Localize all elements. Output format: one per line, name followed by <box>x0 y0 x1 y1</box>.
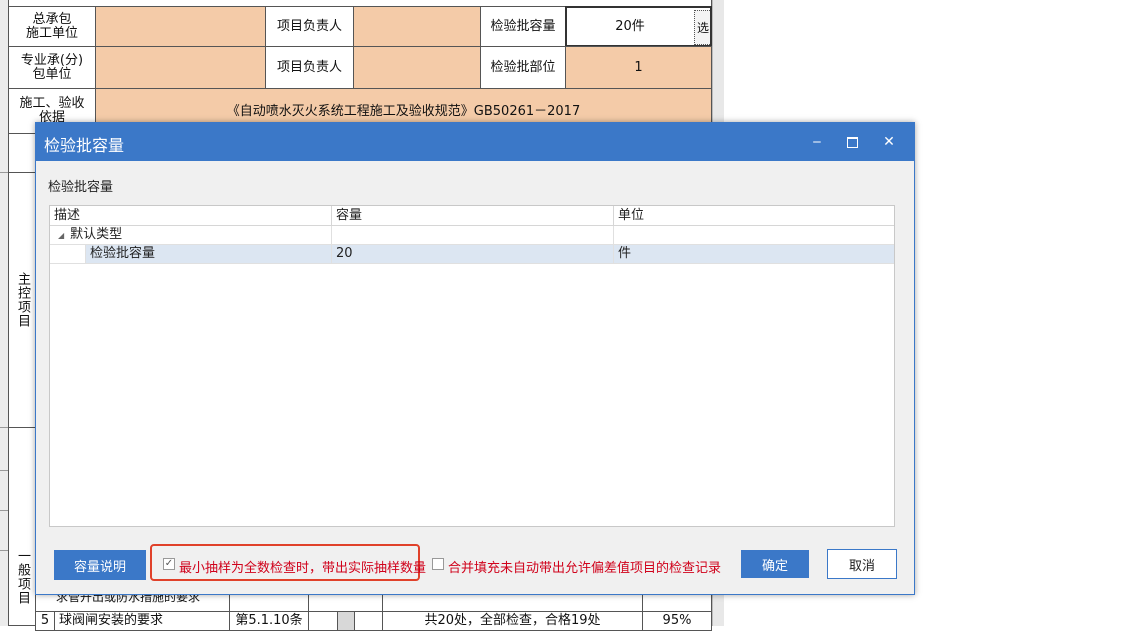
maximize-button[interactable] <box>833 123 871 161</box>
project-manager-value-1[interactable] <box>353 6 481 47</box>
batch-capacity-value: 20件 <box>615 18 645 34</box>
min-sample-label[interactable]: 最小抽样为全数检查时，带出实际抽样数量 <box>179 557 426 576</box>
cancel-button[interactable]: 取消 <box>827 549 897 579</box>
general-label: 一般项目 <box>15 549 30 605</box>
group-capacity-cell <box>332 226 614 244</box>
bottom-row-b <box>337 611 355 631</box>
close-button[interactable]: ✕ <box>870 123 908 161</box>
merge-fill-checkbox[interactable] <box>432 558 444 570</box>
min-sample-checkbox[interactable]: ✓ <box>163 558 175 570</box>
sheet-top-edge <box>8 0 712 6</box>
row-gutter <box>0 0 8 626</box>
batch-capacity-label: 检验批容量 <box>480 6 566 47</box>
checkmark-icon: ✓ <box>164 558 174 569</box>
batch-capacity-dialog: 检验批容量 ‒ ✕ 检验批容量 描述 容量 单位 ◢ 默认类型 检验批容量 20 <box>35 122 915 595</box>
bottom-row-clause: 第5.1.10条 <box>229 611 309 631</box>
bottom-row-c <box>354 611 383 631</box>
bottom-row-number: 5 <box>35 611 55 631</box>
batch-capacity-cell[interactable]: 20件 选 <box>565 6 712 47</box>
dialog-titlebar[interactable]: 检验批容量 ‒ ✕ <box>36 123 914 161</box>
column-header-desc[interactable]: 描述 <box>50 206 332 226</box>
data-row[interactable]: 检验批容量 20 件 <box>50 245 894 264</box>
contractor-label: 总承包 施工单位 <box>8 6 96 47</box>
capacity-info-button[interactable]: 容量说明 <box>54 550 146 580</box>
section-spacer <box>8 133 36 173</box>
subcontractor-value[interactable] <box>95 46 266 89</box>
general-section: 一般项目 <box>8 427 36 626</box>
dialog-title: 检验批容量 <box>44 136 125 155</box>
column-header-capacity[interactable]: 容量 <box>332 206 614 226</box>
row-indent <box>50 245 86 263</box>
contractor-value[interactable] <box>95 6 266 47</box>
group-unit-cell <box>614 226 894 244</box>
section-label: 检验批容量 <box>48 180 114 195</box>
collapse-triangle-icon[interactable]: ◢ <box>58 231 64 240</box>
capacity-cell[interactable]: 20 <box>332 245 614 263</box>
bottom-row-text: 球阀闸安装的要求 <box>54 611 230 631</box>
batch-location-value[interactable]: 1 <box>565 46 712 89</box>
main-control-section: 主控项目 <box>8 172 36 428</box>
project-manager-label-1: 项目负责人 <box>265 6 354 47</box>
minimize-icon: ‒ <box>812 134 822 150</box>
main-control-label: 主控项目 <box>15 272 30 328</box>
unit-cell[interactable]: 件 <box>614 245 894 263</box>
group-cell: ◢ 默认类型 <box>50 226 332 244</box>
grid-header: 描述 容量 单位 <box>50 206 894 226</box>
minimize-button[interactable]: ‒ <box>798 123 836 161</box>
close-icon: ✕ <box>883 134 895 150</box>
column-header-unit[interactable]: 单位 <box>614 206 894 226</box>
group-row[interactable]: ◢ 默认类型 <box>50 226 894 245</box>
subcontractor-label: 专业承(分) 包单位 <box>8 46 96 89</box>
merge-fill-label[interactable]: 合并填充未自动带出允许偏差值项目的检查记录 <box>448 557 721 576</box>
select-button[interactable]: 选 <box>694 10 710 45</box>
bottom-row-a <box>308 611 338 631</box>
project-manager-value-2[interactable] <box>353 46 481 89</box>
group-label: 默认类型 <box>70 227 123 242</box>
bottom-row-rate: 95% <box>642 611 712 631</box>
batch-location-label: 检验批部位 <box>480 46 566 89</box>
project-manager-label-2: 项目负责人 <box>265 46 354 89</box>
ok-button[interactable]: 确定 <box>741 550 809 578</box>
capacity-grid: 描述 容量 单位 ◢ 默认类型 检验批容量 20 件 <box>49 205 895 527</box>
maximize-icon <box>846 136 858 148</box>
desc-cell: 检验批容量 <box>86 245 332 263</box>
bottom-row-check: 共20处，全部检查，合格19处 <box>382 611 643 631</box>
